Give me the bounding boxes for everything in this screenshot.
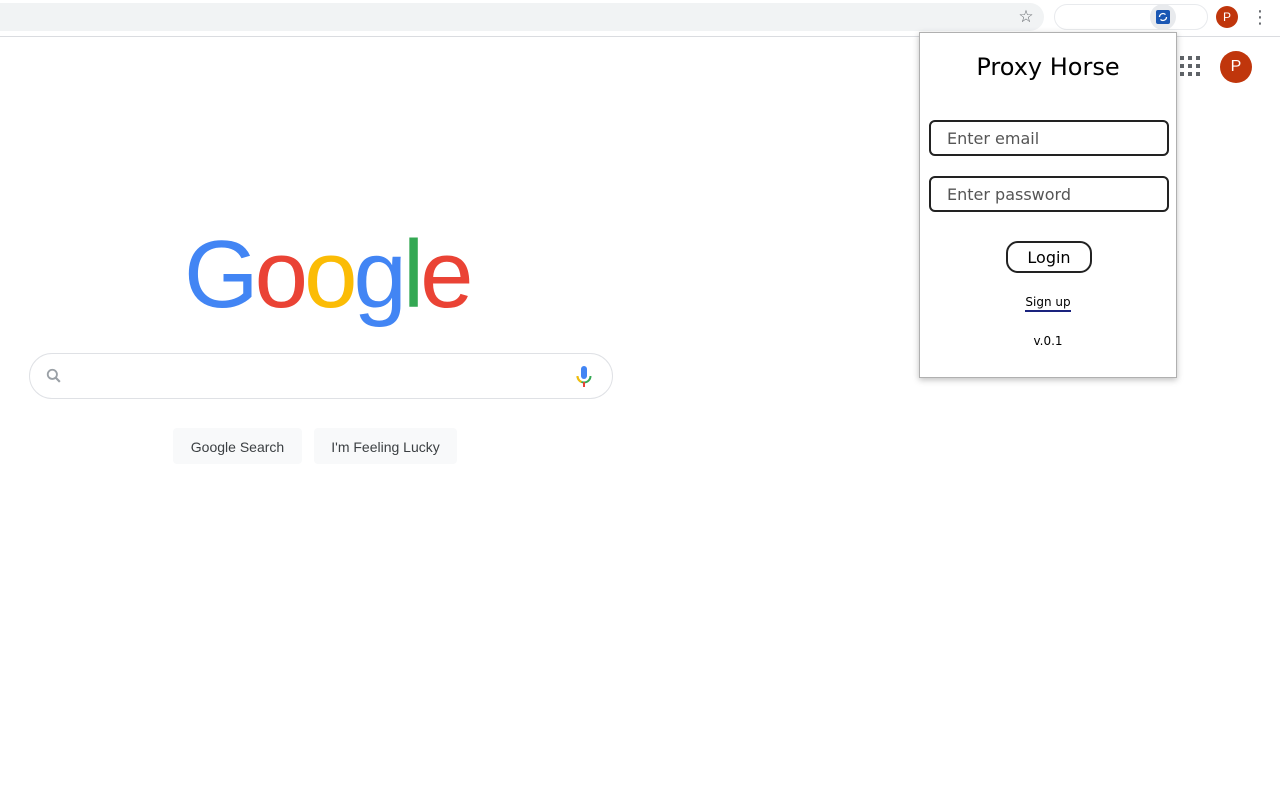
- login-button[interactable]: Login: [1006, 241, 1092, 273]
- email-field[interactable]: [929, 120, 1169, 156]
- search-box: [29, 353, 613, 399]
- feeling-lucky-button[interactable]: I'm Feeling Lucky: [314, 428, 457, 464]
- search-input[interactable]: [76, 362, 560, 392]
- popup-title: Proxy Horse: [976, 53, 1120, 81]
- password-field[interactable]: [929, 176, 1169, 212]
- logo-letter: o: [304, 221, 357, 328]
- apps-grid-icon[interactable]: [1180, 56, 1202, 78]
- signup-link[interactable]: Sign up: [1025, 295, 1071, 312]
- extensions-area: [1054, 4, 1208, 30]
- profile-button[interactable]: P: [1216, 6, 1238, 28]
- logo-letter: l: [402, 221, 424, 328]
- kebab-menu-icon[interactable]: ⋮: [1250, 6, 1270, 28]
- logo-letter: o: [254, 221, 308, 328]
- proxy-horse-extension-icon: [1156, 10, 1170, 24]
- logo-letter: G: [184, 221, 259, 328]
- logo-letter: g: [353, 221, 406, 328]
- version-label: v.0.1: [1033, 334, 1063, 348]
- proxy-horse-popup: Proxy Horse Login Sign up v.0.1: [919, 32, 1177, 378]
- star-icon[interactable]: ☆: [1016, 7, 1036, 27]
- account-avatar[interactable]: P: [1220, 51, 1252, 83]
- address-bar[interactable]: [0, 3, 1044, 31]
- signup-row: Sign up: [920, 295, 1176, 312]
- google-logo: Google: [184, 221, 474, 328]
- logo-letter: e: [420, 221, 473, 328]
- search-icon: [44, 366, 64, 386]
- microphone-icon[interactable]: [574, 365, 594, 389]
- proxy-horse-extension-button[interactable]: [1150, 4, 1176, 30]
- google-search-button[interactable]: Google Search: [173, 428, 302, 464]
